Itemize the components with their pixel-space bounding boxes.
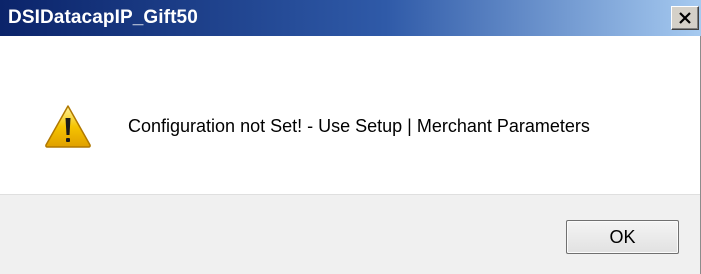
- close-icon: [679, 12, 691, 24]
- button-bar: OK: [0, 194, 700, 274]
- window-title: DSIDatacapIP_Gift50: [8, 7, 198, 28]
- ok-button[interactable]: OK: [566, 220, 679, 254]
- dialog-content: Configuration not Set! - Use Setup | Mer…: [0, 36, 700, 194]
- title-bar[interactable]: DSIDatacapIP_Gift50: [0, 0, 701, 36]
- message-dialog: DSIDatacapIP_Gift50 Configuration not Se…: [0, 0, 701, 274]
- close-button[interactable]: [671, 6, 699, 30]
- warning-icon: [44, 104, 92, 148]
- message-text: Configuration not Set! - Use Setup | Mer…: [128, 116, 590, 136]
